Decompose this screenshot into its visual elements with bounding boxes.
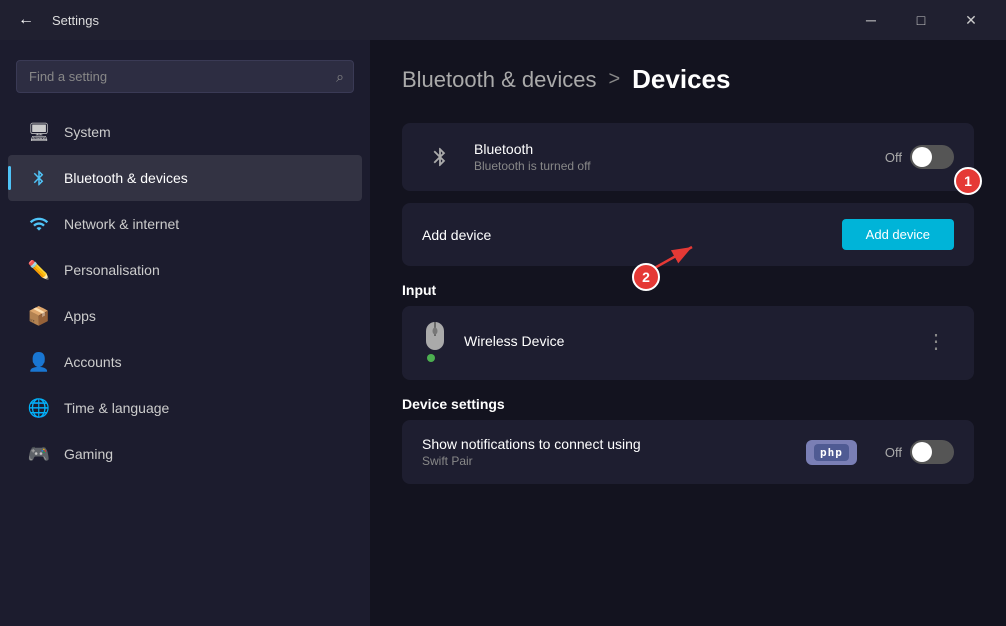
titlebar: ← Settings ─ □ ✕ [0, 0, 1006, 40]
annotation-2: 2 [632, 263, 660, 291]
sidebar-item-label: Bluetooth & devices [64, 170, 188, 186]
swift-pair-toggle-wrap: Off [885, 440, 954, 464]
breadcrumb: Bluetooth & devices > Devices [402, 64, 974, 95]
add-device-label: Add device [422, 227, 842, 243]
sidebar-item-label: Accounts [64, 354, 122, 370]
minimize-button[interactable]: ─ [848, 4, 894, 36]
apps-icon: 📦 [28, 305, 50, 327]
personalisation-icon: ✏️ [28, 259, 50, 281]
system-icon: 🖥 [28, 121, 50, 143]
sidebar-item-network[interactable]: Network & internet [8, 201, 362, 247]
app-title: Settings [52, 13, 836, 28]
swift-pair-title: Show notifications to connect using [422, 436, 790, 452]
bluetooth-icon [28, 167, 50, 189]
close-button[interactable]: ✕ [948, 4, 994, 36]
time-icon: 🌐 [28, 397, 50, 419]
add-device-row: Add device Add device [402, 203, 974, 266]
device-settings-label: Device settings [402, 396, 974, 412]
bluetooth-subtitle: Bluetooth is turned off [474, 159, 869, 173]
breadcrumb-parent: Bluetooth & devices [402, 67, 596, 93]
bluetooth-card: Bluetooth Bluetooth is turned off Off [402, 123, 974, 191]
bluetooth-card-icon [422, 139, 458, 175]
search-field-wrap: ⌕ [16, 60, 354, 93]
accounts-icon: 👤 [28, 351, 50, 373]
sidebar-item-gaming[interactable]: 🎮 Gaming [8, 431, 362, 477]
annotation-1: 1 [954, 167, 982, 195]
breadcrumb-separator: > [608, 68, 620, 91]
maximize-button[interactable]: □ [898, 4, 944, 36]
php-badge-text: php [814, 444, 849, 461]
sidebar-item-label: Gaming [64, 446, 113, 462]
php-badge: php [806, 440, 857, 465]
window-controls: ─ □ ✕ [848, 4, 994, 36]
sidebar-item-label: Personalisation [64, 262, 160, 278]
device-connected-dot [427, 354, 435, 362]
sidebar-item-label: Network & internet [64, 216, 179, 232]
main-layout: ⌕ 🖥 System Bluetooth & devices Network &… [0, 40, 1006, 626]
search-icon: ⌕ [336, 68, 344, 85]
content-area: Bluetooth & devices > Devices Bluetooth … [370, 40, 1006, 626]
input-section-label: Input [402, 282, 974, 298]
network-icon [28, 213, 50, 235]
wireless-device-row: Wireless Device ⋮ [402, 306, 974, 376]
input-card: Wireless Device ⋮ [402, 306, 974, 380]
toggle-thumb [912, 147, 932, 167]
bluetooth-title: Bluetooth [474, 141, 869, 157]
sidebar-item-accounts[interactable]: 👤 Accounts [8, 339, 362, 385]
device-more-button[interactable]: ⋮ [918, 325, 954, 358]
breadcrumb-current: Devices [632, 64, 730, 95]
add-device-button[interactable]: Add device [842, 219, 954, 250]
bluetooth-row: Bluetooth Bluetooth is turned off Off [402, 123, 974, 191]
swift-pair-toggle-thumb [912, 442, 932, 462]
device-settings-card: Show notifications to connect using Swif… [402, 420, 974, 484]
sidebar-item-label: Time & language [64, 400, 169, 416]
sidebar-item-bluetooth[interactable]: Bluetooth & devices [8, 155, 362, 201]
swift-pair-row: Show notifications to connect using Swif… [402, 420, 974, 484]
wireless-device-name: Wireless Device [464, 333, 902, 349]
mouse-icon [422, 320, 448, 362]
sidebar: ⌕ 🖥 System Bluetooth & devices Network &… [0, 40, 370, 626]
back-button[interactable]: ← [12, 6, 40, 34]
bluetooth-card-text: Bluetooth Bluetooth is turned off [474, 141, 869, 173]
bluetooth-toggle-wrap: Off [885, 145, 954, 169]
swift-pair-subtitle: Swift Pair [422, 454, 790, 468]
sidebar-item-apps[interactable]: 📦 Apps [8, 293, 362, 339]
search-input[interactable] [16, 60, 354, 93]
sidebar-item-personalisation[interactable]: ✏️ Personalisation [8, 247, 362, 293]
sidebar-item-label: System [64, 124, 111, 140]
gaming-icon: 🎮 [28, 443, 50, 465]
sidebar-item-time[interactable]: 🌐 Time & language [8, 385, 362, 431]
swift-pair-toggle-label: Off [885, 445, 902, 460]
sidebar-item-label: Apps [64, 308, 96, 324]
sidebar-item-system[interactable]: 🖥 System [8, 109, 362, 155]
bluetooth-toggle[interactable] [910, 145, 954, 169]
swift-pair-toggle[interactable] [910, 440, 954, 464]
bluetooth-toggle-label: Off [885, 150, 902, 165]
swift-pair-text: Show notifications to connect using Swif… [422, 436, 790, 468]
